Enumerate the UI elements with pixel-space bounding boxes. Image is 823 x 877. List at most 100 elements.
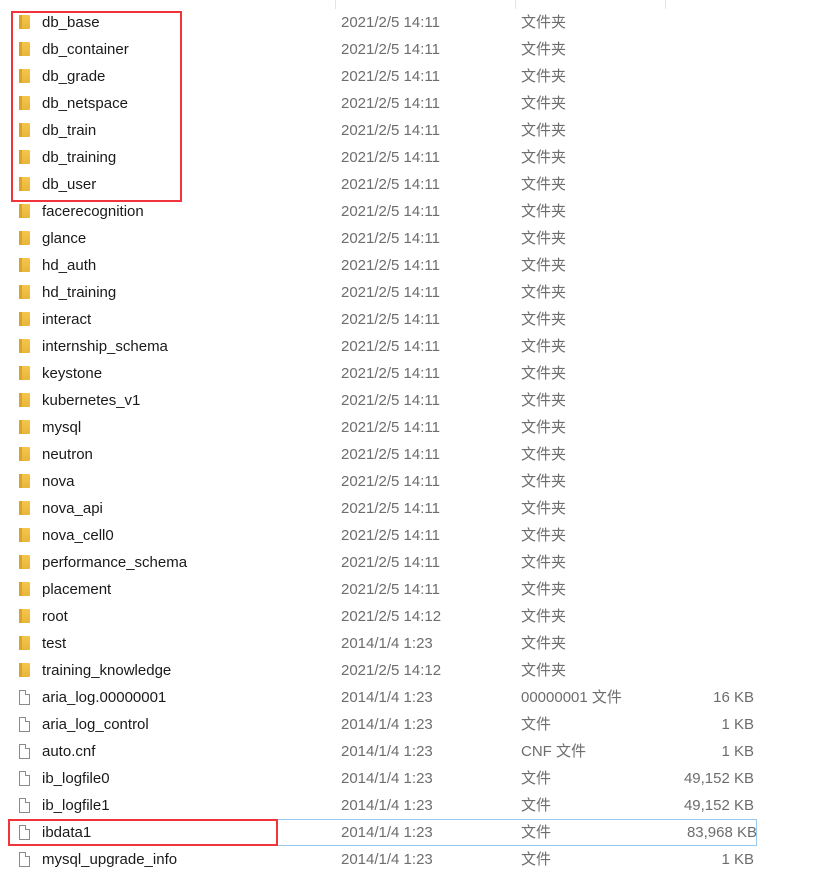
item-date-modified: 2021/2/5 14:11 [341, 338, 440, 355]
folder-icon [19, 528, 30, 542]
file-row[interactable]: ib_logfile1 2014/1/4 1:23 文件 49,152 KB [0, 792, 823, 819]
item-date-modified: 2021/2/5 14:11 [341, 257, 440, 274]
item-type: 文件夹 [521, 176, 567, 193]
item-date-modified: 2021/2/5 14:11 [341, 230, 440, 247]
item-name: neutron [42, 446, 93, 463]
folder-row[interactable]: performance_schema 2021/2/5 14:11 文件夹 [0, 549, 823, 576]
item-type: 文件夹 [521, 608, 567, 625]
item-date-modified: 2014/1/4 1:23 [341, 851, 433, 868]
item-name: db_base [42, 14, 100, 31]
item-date-modified: 2021/2/5 14:12 [341, 608, 442, 625]
item-name: ib_logfile0 [42, 770, 110, 787]
item-date-modified: 2021/2/5 14:11 [341, 284, 440, 301]
folder-icon [19, 609, 30, 623]
item-name: ib_logfile1 [42, 797, 110, 814]
folder-row[interactable]: kubernetes_v1 2021/2/5 14:11 文件夹 [0, 387, 823, 414]
column-divider[interactable] [665, 0, 666, 9]
folder-icon [19, 393, 30, 407]
item-type: 文件夹 [521, 122, 567, 139]
folder-row[interactable]: db_base 2021/2/5 14:11 文件夹 [0, 9, 823, 36]
item-type: 文件 [521, 824, 552, 841]
item-name: auto.cnf [42, 743, 96, 760]
folder-row[interactable]: neutron 2021/2/5 14:11 文件夹 [0, 441, 823, 468]
item-date-modified: 2021/2/5 14:11 [341, 365, 440, 382]
folder-icon [19, 42, 30, 56]
item-name: db_grade [42, 68, 106, 85]
folder-row[interactable]: db_train 2021/2/5 14:11 文件夹 [0, 117, 823, 144]
item-type: 文件 [521, 851, 552, 868]
file-row[interactable]: ib_logfile0 2014/1/4 1:23 文件 49,152 KB [0, 765, 823, 792]
item-type: 文件夹 [521, 365, 567, 382]
folder-icon [19, 339, 30, 353]
folder-icon [19, 555, 30, 569]
folder-row[interactable]: placement 2021/2/5 14:11 文件夹 [0, 576, 823, 603]
item-name: test [42, 635, 67, 652]
item-type: 文件夹 [521, 257, 567, 274]
item-size: 1 KB [721, 716, 754, 733]
folder-row[interactable]: hd_auth 2021/2/5 14:11 文件夹 [0, 252, 823, 279]
folder-row[interactable]: db_netspace 2021/2/5 14:11 文件夹 [0, 90, 823, 117]
folder-row[interactable]: internship_schema 2021/2/5 14:11 文件夹 [0, 333, 823, 360]
folder-row[interactable]: mysql 2021/2/5 14:11 文件夹 [0, 414, 823, 441]
item-size: 49,152 KB [683, 770, 754, 787]
file-row[interactable]: ibdata1 2014/1/4 1:23 文件 83,968 KB [9, 819, 757, 846]
item-name: nova_api [42, 500, 103, 517]
folder-row[interactable]: nova_api 2021/2/5 14:11 文件夹 [0, 495, 823, 522]
folder-row[interactable]: glance 2021/2/5 14:11 文件夹 [0, 225, 823, 252]
item-size: 1 KB [721, 851, 754, 868]
item-name: db_container [42, 41, 129, 58]
item-name: aria_log_control [42, 716, 149, 733]
folder-row[interactable]: db_user 2021/2/5 14:11 文件夹 [0, 171, 823, 198]
item-name: performance_schema [42, 554, 188, 571]
folder-icon [19, 123, 30, 137]
folder-row[interactable]: test 2014/1/4 1:23 文件夹 [0, 630, 823, 657]
file-row[interactable]: aria_log.00000001 2014/1/4 1:23 00000001… [0, 684, 823, 711]
folder-row[interactable]: interact 2021/2/5 14:11 文件夹 [0, 306, 823, 333]
item-date-modified: 2021/2/5 14:11 [341, 203, 440, 220]
column-divider[interactable] [335, 0, 336, 9]
item-type: 文件夹 [521, 635, 567, 652]
folder-row[interactable]: nova_cell0 2021/2/5 14:11 文件夹 [0, 522, 823, 549]
item-name: internship_schema [42, 338, 168, 355]
item-size: 16 KB [713, 689, 754, 706]
folder-row[interactable]: nova 2021/2/5 14:11 文件夹 [0, 468, 823, 495]
file-row[interactable]: auto.cnf 2014/1/4 1:23 CNF 文件 1 KB [0, 738, 823, 765]
folder-row[interactable]: facerecognition 2021/2/5 14:11 文件夹 [0, 198, 823, 225]
item-type: 文件夹 [521, 662, 567, 679]
file-icon [19, 690, 30, 705]
item-type: 文件夹 [521, 311, 567, 328]
item-name: nova [42, 473, 75, 490]
folder-row[interactable]: training_knowledge 2021/2/5 14:12 文件夹 [0, 657, 823, 684]
item-type: 文件夹 [521, 68, 567, 85]
file-row[interactable]: aria_log_control 2014/1/4 1:23 文件 1 KB [0, 711, 823, 738]
item-type: 文件 [521, 716, 552, 733]
folder-icon [19, 96, 30, 110]
item-name: mysql [42, 419, 82, 436]
folder-icon [19, 474, 30, 488]
folder-icon [19, 447, 30, 461]
item-name: ibdata1 [42, 824, 92, 841]
column-divider[interactable] [515, 0, 516, 9]
file-list: db_base 2021/2/5 14:11 文件夹 db_container … [0, 9, 823, 873]
item-date-modified: 2021/2/5 14:11 [341, 419, 440, 436]
item-type: 文件夹 [521, 203, 567, 220]
item-date-modified: 2021/2/5 14:11 [341, 149, 440, 166]
folder-row[interactable]: hd_training 2021/2/5 14:11 文件夹 [0, 279, 823, 306]
folder-row[interactable]: db_grade 2021/2/5 14:11 文件夹 [0, 63, 823, 90]
folder-row[interactable]: db_container 2021/2/5 14:11 文件夹 [0, 36, 823, 63]
item-name: root [42, 608, 68, 625]
item-type: 文件 [521, 797, 552, 814]
folder-row[interactable]: db_training 2021/2/5 14:11 文件夹 [0, 144, 823, 171]
item-date-modified: 2021/2/5 14:11 [341, 176, 440, 193]
item-type: 文件夹 [521, 554, 567, 571]
folder-row[interactable]: root 2021/2/5 14:12 文件夹 [0, 603, 823, 630]
item-size: 49,152 KB [683, 797, 754, 814]
folder-icon [19, 258, 30, 272]
folder-row[interactable]: keystone 2021/2/5 14:11 文件夹 [0, 360, 823, 387]
folder-icon [19, 69, 30, 83]
file-row[interactable]: mysql_upgrade_info 2014/1/4 1:23 文件 1 KB [0, 846, 823, 873]
item-date-modified: 2021/2/5 14:11 [341, 527, 440, 544]
item-date-modified: 2014/1/4 1:23 [341, 743, 433, 760]
item-type: 文件夹 [521, 446, 567, 463]
item-name: db_training [42, 149, 117, 166]
